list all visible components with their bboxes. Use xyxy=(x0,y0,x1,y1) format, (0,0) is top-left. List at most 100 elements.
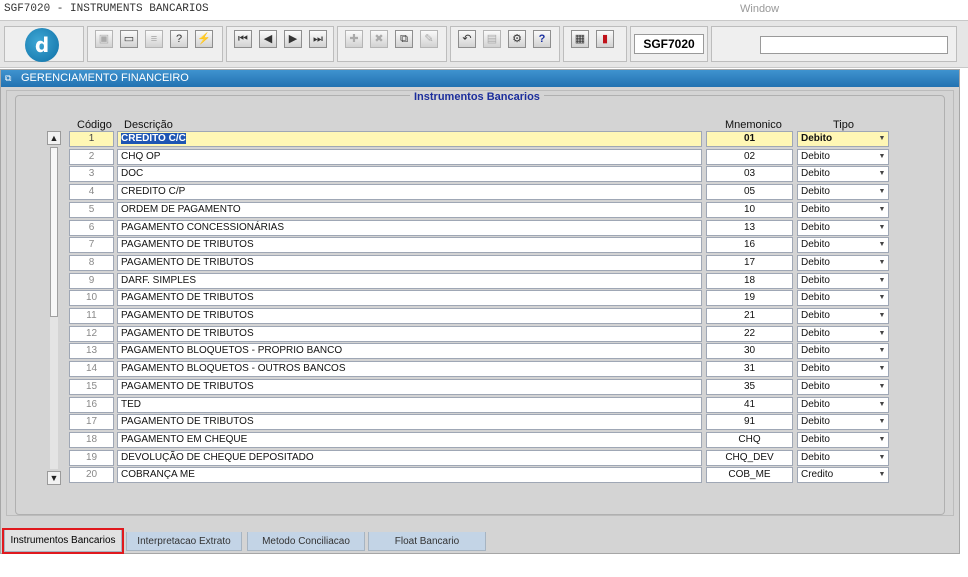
type-select[interactable]: Debito ▼ xyxy=(797,131,889,147)
description-cell[interactable]: TED xyxy=(117,396,702,413)
type-select[interactable]: Debito ▼ xyxy=(797,396,889,413)
description-cell[interactable]: PAGAMENTO DE TRIBUTOS xyxy=(117,414,702,431)
code-cell[interactable]: 1 xyxy=(69,131,114,147)
window-menu-icon[interactable]: ⧉ xyxy=(5,74,14,83)
chevron-down-icon[interactable]: ▼ xyxy=(876,433,888,447)
type-select[interactable]: Debito ▼ xyxy=(797,449,889,466)
description-cell[interactable]: CREDITO C/C xyxy=(117,131,702,147)
clear-icon[interactable]: ✎ xyxy=(420,30,438,48)
mnemonic-cell[interactable]: 21 xyxy=(706,308,793,324)
previous-record-icon[interactable]: ◀ xyxy=(259,30,277,48)
chevron-down-icon[interactable]: ▼ xyxy=(876,167,888,181)
description-cell[interactable]: PAGAMENTO BLOQUETOS - PROPRIO BANCO xyxy=(117,343,702,360)
description-cell[interactable]: PAGAMENTO DE TRIBUTOS xyxy=(117,290,702,307)
undo-icon[interactable]: ↶ xyxy=(458,30,476,48)
description-cell[interactable]: DOC xyxy=(117,166,702,183)
mnemonic-cell[interactable]: 03 xyxy=(706,166,793,183)
last-record-icon[interactable]: ⏭ xyxy=(309,30,327,48)
window-menu[interactable]: Window xyxy=(740,3,779,15)
description-cell[interactable]: PAGAMENTO EM CHEQUE xyxy=(117,431,702,448)
scroll-down-icon[interactable]: ▼ xyxy=(47,471,61,485)
type-select[interactable]: Debito ▼ xyxy=(797,308,889,324)
tools-icon[interactable]: ⚙ xyxy=(508,30,526,48)
description-cell[interactable]: COBRANÇA ME xyxy=(117,467,702,484)
description-cell[interactable]: PAGAMENTO DE TRIBUTOS xyxy=(117,378,702,395)
type-select[interactable]: Debito ▼ xyxy=(797,343,889,360)
type-select[interactable]: Debito ▼ xyxy=(797,201,889,218)
mnemonic-cell[interactable]: 91 xyxy=(706,414,793,431)
chevron-down-icon[interactable]: ▼ xyxy=(876,327,888,341)
mnemonic-cell[interactable]: 41 xyxy=(706,396,793,413)
chevron-down-icon[interactable]: ▼ xyxy=(876,398,888,412)
mnemonic-cell[interactable]: 05 xyxy=(706,184,793,201)
print-icon[interactable]: ≡ xyxy=(145,30,163,48)
chevron-down-icon[interactable]: ▼ xyxy=(876,256,888,270)
scroll-track[interactable] xyxy=(50,147,58,469)
type-select[interactable]: Debito ▼ xyxy=(797,325,889,342)
chevron-down-icon[interactable]: ▼ xyxy=(876,309,888,323)
code-cell[interactable]: 11 xyxy=(69,308,114,324)
description-cell[interactable]: CREDITO C/P xyxy=(117,184,702,201)
mnemonic-cell[interactable]: 10 xyxy=(706,201,793,218)
mnemonic-cell[interactable]: 22 xyxy=(706,325,793,342)
type-select[interactable]: Debito ▼ xyxy=(797,254,889,271)
type-select[interactable]: Debito ▼ xyxy=(797,148,889,165)
code-cell[interactable]: 9 xyxy=(69,272,114,289)
chevron-down-icon[interactable]: ▼ xyxy=(876,362,888,376)
chevron-down-icon[interactable]: ▼ xyxy=(876,451,888,465)
chevron-down-icon[interactable]: ▼ xyxy=(876,238,888,252)
description-cell[interactable]: PAGAMENTO DE TRIBUTOS xyxy=(117,308,702,324)
description-cell[interactable]: PAGAMENTO DE TRIBUTOS xyxy=(117,325,702,342)
tab-instrumentos-bancarios[interactable]: Instrumentos Bancarios xyxy=(2,528,124,554)
type-select[interactable]: Debito ▼ xyxy=(797,378,889,395)
description-cell[interactable]: CHQ OP xyxy=(117,148,702,165)
code-cell[interactable]: 14 xyxy=(69,361,114,378)
code-cell[interactable]: 2 xyxy=(69,148,114,165)
type-select[interactable]: Debito ▼ xyxy=(797,414,889,431)
calculator-icon[interactable]: ▦ xyxy=(571,30,589,48)
type-select[interactable]: Debito ▼ xyxy=(797,166,889,183)
chevron-down-icon[interactable]: ▼ xyxy=(876,132,888,146)
mnemonic-cell[interactable]: 18 xyxy=(706,272,793,289)
exit-icon[interactable]: ▮ xyxy=(596,30,614,48)
logo-d-icon[interactable]: d xyxy=(25,28,59,62)
type-select[interactable]: Credito ▼ xyxy=(797,467,889,484)
description-cell[interactable]: DEVOLUÇÃO DE CHEQUE DEPOSITADO xyxy=(117,449,702,466)
chevron-down-icon[interactable]: ▼ xyxy=(876,291,888,305)
type-select[interactable]: Debito ▼ xyxy=(797,184,889,201)
code-cell[interactable]: 13 xyxy=(69,343,114,360)
type-select[interactable]: Debito ▼ xyxy=(797,431,889,448)
type-select[interactable]: Debito ▼ xyxy=(797,219,889,236)
code-cell[interactable]: 10 xyxy=(69,290,114,307)
first-record-icon[interactable]: ⏮ xyxy=(234,30,252,48)
mnemonic-cell[interactable]: 17 xyxy=(706,254,793,271)
mnemonic-cell[interactable]: 35 xyxy=(706,378,793,395)
code-cell[interactable]: 8 xyxy=(69,254,114,271)
scroll-thumb[interactable] xyxy=(50,147,58,317)
code-cell[interactable]: 12 xyxy=(69,325,114,342)
delete-record-icon[interactable]: ✖ xyxy=(370,30,388,48)
code-cell[interactable]: 16 xyxy=(69,396,114,413)
toolbar-input[interactable] xyxy=(760,36,948,54)
save-icon[interactable]: ▣ xyxy=(95,30,113,48)
chevron-down-icon[interactable]: ▼ xyxy=(876,415,888,429)
code-cell[interactable]: 7 xyxy=(69,237,114,254)
scroll-up-icon[interactable]: ▲ xyxy=(47,131,61,145)
chevron-down-icon[interactable]: ▼ xyxy=(876,344,888,358)
tab-float-bancario[interactable]: Float Bancario xyxy=(368,532,486,551)
chevron-down-icon[interactable]: ▼ xyxy=(876,380,888,394)
description-cell[interactable]: PAGAMENTO CONCESSIONÁRIAS xyxy=(117,219,702,236)
window-icon[interactable]: ▭ xyxy=(120,30,138,48)
tab-interpretacao-extrato[interactable]: Interpretacao Extrato xyxy=(126,532,242,551)
code-cell[interactable]: 15 xyxy=(69,378,114,395)
code-cell[interactable]: 18 xyxy=(69,431,114,448)
help-icon[interactable]: ? xyxy=(533,30,551,48)
description-cell[interactable]: PAGAMENTO BLOQUETOS - OUTROS BANCOS xyxy=(117,361,702,378)
description-cell[interactable]: PAGAMENTO DE TRIBUTOS xyxy=(117,254,702,271)
chevron-down-icon[interactable]: ▼ xyxy=(876,221,888,235)
mnemonic-cell[interactable]: 01 xyxy=(706,131,793,147)
next-record-icon[interactable]: ▶ xyxy=(284,30,302,48)
tab-metodo-conciliacao[interactable]: Metodo Conciliacao xyxy=(247,532,365,551)
code-cell[interactable]: 5 xyxy=(69,201,114,218)
code-cell[interactable]: 17 xyxy=(69,414,114,431)
